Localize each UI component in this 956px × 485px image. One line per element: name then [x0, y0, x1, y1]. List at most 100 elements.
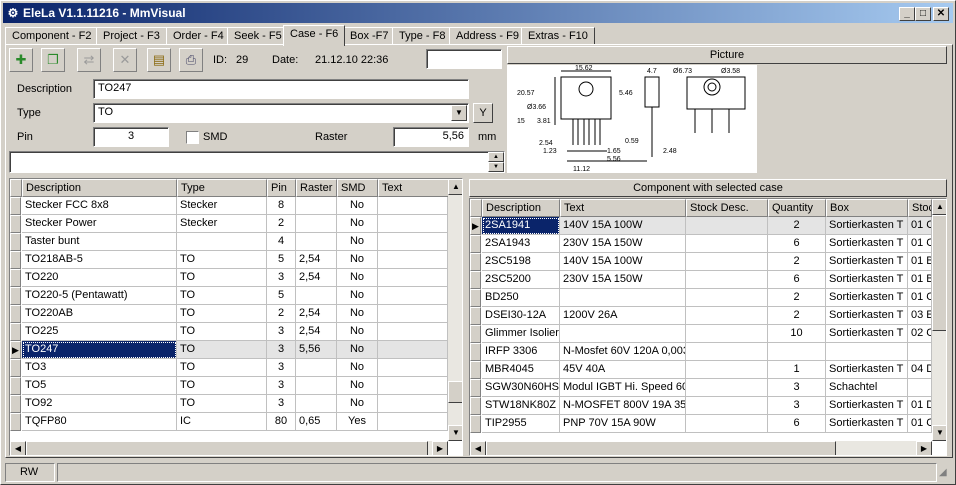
component_table-cell-stock-desc[interactable]: [686, 253, 768, 271]
component_table-cell-stock-desc[interactable]: [686, 271, 768, 289]
component_table-cell-quantity[interactable]: 3: [768, 379, 826, 397]
notes-scroll-down-icon[interactable]: ▼: [488, 162, 504, 172]
component_table-cell-box[interactable]: [826, 343, 908, 361]
case_table-cell-type[interactable]: TO: [177, 395, 267, 413]
component_table-cell-text[interactable]: Modul IGBT Hi. Speed 600: [560, 379, 686, 397]
row-pointer-icon[interactable]: ▶: [470, 217, 481, 235]
case_table-cell-raster[interactable]: 2,54: [296, 269, 337, 287]
notes-scroll-up-icon[interactable]: ▲: [488, 152, 504, 162]
row-indicator[interactable]: [10, 413, 21, 431]
component_table-cell-box[interactable]: Sortierkasten T: [826, 217, 908, 235]
header-pin[interactable]: Pin: [267, 179, 296, 197]
case_table-cell-raster[interactable]: [296, 395, 337, 413]
component_table-cell-text[interactable]: N-MOSFET 800V 19A 350: [560, 397, 686, 415]
comp-hscroll-thumb[interactable]: [486, 441, 836, 455]
table-row[interactable]: Taster bunt 4 No: [10, 233, 448, 251]
component_table-cell-stock[interactable]: [908, 343, 932, 361]
table-row[interactable]: TQFP80 IC 80 0,65 Yes: [10, 413, 448, 431]
component_table-cell-stock-desc[interactable]: [686, 397, 768, 415]
case_table-cell-raster[interactable]: [296, 287, 337, 305]
case_table-cell-type[interactable]: [177, 233, 267, 251]
table-row[interactable]: TO92 TO 3 No: [10, 395, 448, 413]
maximize-button[interactable]: □: [915, 7, 931, 21]
case_table-cell-pin[interactable]: 3: [267, 359, 296, 377]
row-indicator[interactable]: [10, 287, 21, 305]
row-indicator[interactable]: [470, 415, 481, 433]
header-comp-text[interactable]: Text: [560, 199, 686, 217]
row-indicator[interactable]: [10, 305, 21, 323]
row-indicator[interactable]: [10, 233, 21, 251]
component_table-cell-stock[interactable]: 01 C: [908, 217, 932, 235]
case_table-cell-text[interactable]: [378, 341, 448, 359]
header-quantity[interactable]: Quantity: [768, 199, 826, 217]
case_table-cell-smd[interactable]: No: [337, 377, 378, 395]
smd-checkbox[interactable]: [186, 131, 199, 144]
tab-address[interactable]: Address - F9: [449, 27, 526, 45]
case_table-cell-raster[interactable]: [296, 197, 337, 215]
case_table-cell-description[interactable]: TO92: [22, 395, 177, 413]
case_table-cell-description[interactable]: Taster bunt: [22, 233, 177, 251]
component_table-cell-text[interactable]: [560, 289, 686, 307]
case_table-cell-description[interactable]: TO3: [22, 359, 177, 377]
component_table-cell-stock-desc[interactable]: [686, 343, 768, 361]
case_table-cell-text[interactable]: [378, 215, 448, 233]
save-icon[interactable]: ▤: [147, 48, 171, 72]
row-indicator[interactable]: [470, 379, 481, 397]
component_table-cell-stock-desc[interactable]: [686, 307, 768, 325]
row-pointer-icon[interactable]: ▶: [10, 341, 21, 359]
case_table-cell-smd[interactable]: No: [337, 341, 378, 359]
header-stock-desc[interactable]: Stock Desc.: [686, 199, 768, 217]
row-indicator[interactable]: [10, 395, 21, 413]
row-indicator[interactable]: [470, 235, 481, 253]
case_table-cell-smd[interactable]: No: [337, 197, 378, 215]
tab-order[interactable]: Order - F4: [166, 27, 231, 45]
case_table-cell-type[interactable]: Stecker: [177, 197, 267, 215]
move-icon[interactable]: ⇄: [77, 48, 101, 72]
component_table-cell-quantity[interactable]: 6: [768, 415, 826, 433]
row-indicator[interactable]: [10, 215, 21, 233]
case_table-cell-raster[interactable]: 5,56: [296, 341, 337, 359]
component_table-cell-quantity[interactable]: 2: [768, 289, 826, 307]
case_table-cell-text[interactable]: [378, 359, 448, 377]
case_table-cell-description[interactable]: TO225: [22, 323, 177, 341]
component_table-cell-quantity[interactable]: 1: [768, 361, 826, 379]
row-indicator[interactable]: [470, 343, 481, 361]
table-row[interactable]: TO3 TO 3 No: [10, 359, 448, 377]
header-box[interactable]: Box: [826, 199, 908, 217]
component_table-cell-description[interactable]: 2SC5198: [482, 253, 560, 271]
table-row[interactable]: DSEI30-12A 1200V 26A 2 Sortierkasten T 03 E: [470, 307, 932, 325]
case_table-cell-type[interactable]: TO: [177, 323, 267, 341]
component_table-cell-box[interactable]: Sortierkasten T: [826, 235, 908, 253]
component_table-cell-description[interactable]: STW18NK80Z: [482, 397, 560, 415]
tab-extras[interactable]: Extras - F10: [521, 27, 595, 45]
row-indicator[interactable]: [470, 361, 481, 379]
header-type[interactable]: Type: [177, 179, 267, 197]
tab-seek[interactable]: Seek - F5: [227, 27, 289, 45]
type-button[interactable]: Y: [473, 103, 493, 123]
case_table-cell-pin[interactable]: 3: [267, 269, 296, 287]
header-smd[interactable]: SMD: [337, 179, 378, 197]
case_table-cell-text[interactable]: [378, 197, 448, 215]
case_table-cell-raster[interactable]: 2,54: [296, 323, 337, 341]
comp-scroll-down-icon[interactable]: ▼: [932, 425, 946, 441]
header-text[interactable]: Text: [378, 179, 450, 197]
close-button[interactable]: ✕: [933, 7, 949, 21]
copy-icon[interactable]: ❐: [41, 48, 65, 72]
table-row[interactable]: TO220AB TO 2 2,54 No: [10, 305, 448, 323]
table-row[interactable]: Stecker Power Stecker 2 No: [10, 215, 448, 233]
comp-scroll-up-icon[interactable]: ▲: [932, 199, 946, 215]
component_table-cell-box[interactable]: Sortierkasten T: [826, 325, 908, 343]
case_table-cell-smd[interactable]: No: [337, 359, 378, 377]
case_table-cell-pin[interactable]: 80: [267, 413, 296, 431]
component_table-cell-description[interactable]: 2SC5200: [482, 271, 560, 289]
case_table-cell-type[interactable]: IC: [177, 413, 267, 431]
component_table-cell-box[interactable]: Sortierkasten T: [826, 397, 908, 415]
component_table-cell-quantity[interactable]: [768, 343, 826, 361]
component_table-cell-text[interactable]: 230V 15A 150W: [560, 271, 686, 289]
case_table-cell-type[interactable]: TO: [177, 341, 267, 359]
case_table-cell-smd[interactable]: No: [337, 287, 378, 305]
table-row[interactable]: TO5 TO 3 No: [10, 377, 448, 395]
table-row[interactable]: 2SC5198 140V 15A 100W 2 Sortierkasten T 01 B: [470, 253, 932, 271]
row-indicator[interactable]: [470, 271, 481, 289]
case_table-cell-pin[interactable]: 5: [267, 287, 296, 305]
